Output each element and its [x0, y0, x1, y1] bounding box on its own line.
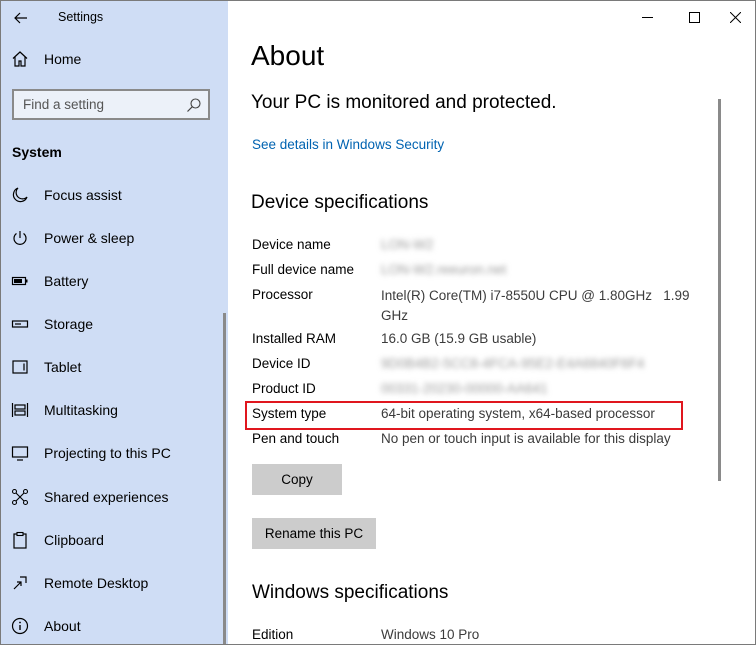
spec-label-full-device-name: Full device name — [252, 262, 355, 277]
spec-value-full-device-name: LON-W2.reeuron.net — [381, 262, 507, 277]
windows-specs-heading: Windows specifications — [252, 582, 449, 603]
sidebar-item-label: Focus assist — [44, 187, 122, 203]
sidebar-scrollbar[interactable] — [223, 313, 226, 644]
spec-label-product-id: Product ID — [252, 381, 316, 396]
page-title: About — [251, 40, 325, 71]
spec-value-edition: Windows 10 Pro — [381, 627, 480, 642]
home-icon — [11, 50, 29, 68]
storage-icon — [11, 315, 29, 333]
rename-pc-button[interactable]: Rename this PC — [252, 518, 376, 549]
minimize-button[interactable] — [627, 3, 667, 31]
search-icon[interactable] — [186, 97, 202, 113]
spec-label-device-name: Device name — [252, 237, 331, 252]
info-icon — [11, 617, 29, 635]
multitasking-icon — [11, 401, 29, 419]
sidebar-item-clipboard[interactable]: Clipboard — [1, 520, 228, 560]
minimize-icon — [641, 16, 653, 18]
spec-label-edition: Edition — [252, 627, 294, 642]
spec-label-device-id: Device ID — [252, 356, 311, 371]
sidebar-item-tablet[interactable]: Tablet — [1, 347, 228, 387]
sidebar-item-label: Projecting to this PC — [44, 445, 171, 461]
maximize-icon — [688, 11, 700, 23]
sidebar-item-label: Shared experiences — [44, 489, 169, 505]
search-input[interactable] — [23, 95, 183, 114]
device-specs-heading: Device specifications — [251, 192, 429, 213]
spec-value-device-id: 9D0B4B2-5CC8-4FCA-95E2-E4A6840F6F4 — [381, 356, 645, 371]
sidebar-item-remote-desktop[interactable]: Remote Desktop — [1, 563, 228, 603]
spec-value-system-type: 64-bit operating system, x64-based proce… — [381, 406, 655, 421]
sidebar-item-label: Multitasking — [44, 402, 118, 418]
spec-label-system-type: System type — [252, 406, 327, 421]
sidebar-item-battery[interactable]: Battery — [1, 261, 228, 301]
sidebar-item-focus-assist[interactable]: Focus assist — [1, 175, 228, 215]
spec-value-device-name: LON-W2 — [381, 237, 434, 252]
sidebar-item-label: Home — [44, 51, 82, 67]
sidebar: Settings Home System Focus assist — [1, 1, 228, 644]
content-scrollbar[interactable] — [718, 99, 721, 481]
title-bar: Settings — [1, 1, 228, 34]
close-button[interactable] — [715, 3, 755, 31]
spec-label-installed-ram: Installed RAM — [252, 331, 337, 346]
sidebar-item-label: Clipboard — [44, 532, 104, 548]
sidebar-item-label: About — [44, 618, 81, 634]
tablet-icon — [11, 358, 29, 376]
maximize-button[interactable] — [674, 3, 714, 31]
protection-heading: Your PC is monitored and protected. — [251, 92, 557, 113]
projecting-icon — [11, 444, 29, 462]
spec-value-product-id: 00331-20230-00000-AA641 — [381, 381, 548, 396]
sidebar-item-shared-experiences[interactable]: Shared experiences — [1, 477, 228, 517]
spec-value-pen-touch: No pen or touch input is available for t… — [381, 431, 671, 446]
shared-experiences-icon — [11, 488, 29, 506]
remote-desktop-icon — [11, 574, 29, 592]
spec-value-installed-ram: 16.0 GB (15.9 GB usable) — [381, 331, 537, 346]
clipboard-icon — [11, 531, 29, 549]
sidebar-item-label: Remote Desktop — [44, 575, 149, 591]
sidebar-item-label: Power & sleep — [44, 230, 135, 246]
close-icon — [729, 11, 741, 23]
sidebar-item-multitasking[interactable]: Multitasking — [1, 390, 228, 430]
windows-security-link[interactable]: See details in Windows Security — [252, 137, 444, 152]
power-icon — [11, 229, 29, 247]
spec-label-processor: Processor — [252, 287, 313, 302]
spec-value-processor: Intel(R) Core(TM) i7-8550U CPU @ 1.80GHz… — [381, 288, 694, 323]
back-arrow-icon — [14, 12, 27, 24]
app-title: Settings — [58, 10, 104, 24]
section-heading-system: System — [12, 144, 62, 160]
sidebar-item-label: Tablet — [44, 359, 82, 375]
sidebar-item-label: Battery — [44, 273, 89, 289]
sidebar-item-about[interactable]: About — [1, 606, 228, 644]
search-box[interactable] — [12, 89, 210, 120]
copy-button[interactable]: Copy — [252, 464, 342, 495]
sidebar-item-storage[interactable]: Storage — [1, 304, 228, 344]
battery-icon — [11, 272, 29, 290]
sidebar-item-label: Storage — [44, 316, 94, 332]
spec-label-pen-touch: Pen and touch — [252, 431, 340, 446]
sidebar-item-home[interactable]: Home — [1, 39, 228, 79]
sidebar-item-power-sleep[interactable]: Power & sleep — [1, 218, 228, 258]
back-button[interactable] — [9, 7, 33, 29]
sidebar-item-projecting[interactable]: Projecting to this PC — [1, 433, 228, 473]
settings-window: Settings Home System Focus assist — [0, 0, 756, 645]
moon-icon — [11, 186, 29, 204]
